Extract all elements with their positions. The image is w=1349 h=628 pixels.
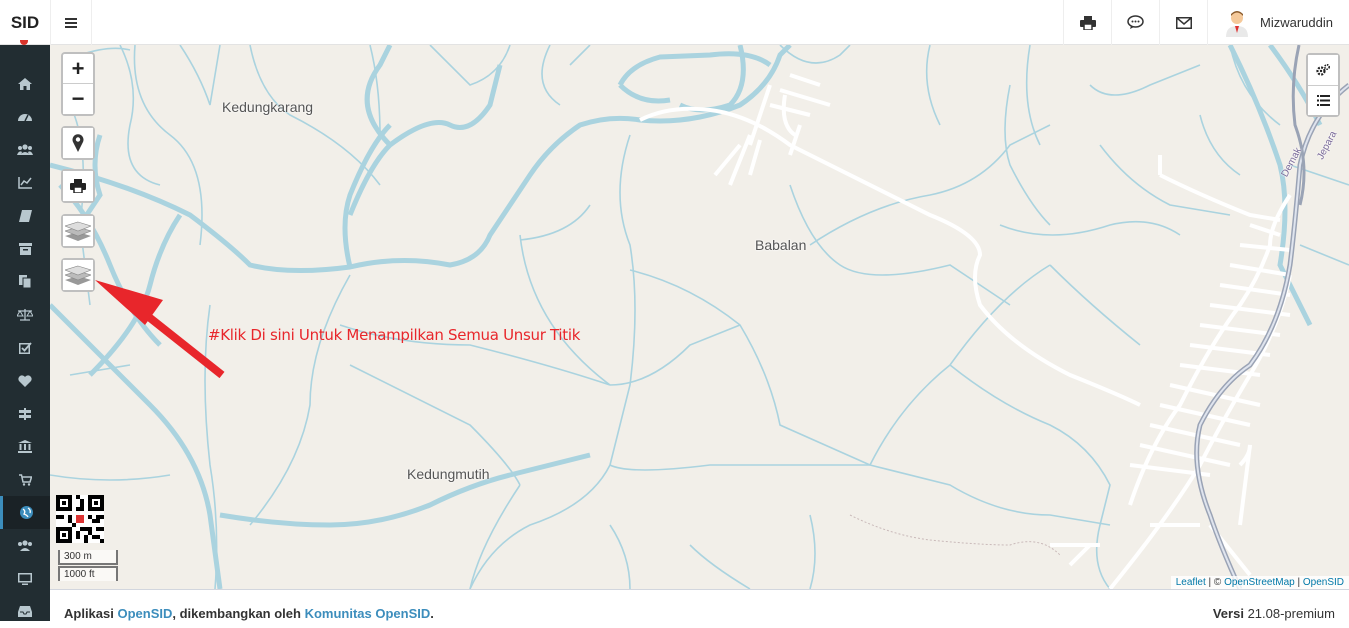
avatar	[1226, 10, 1249, 37]
sidebar-item-checklist[interactable]	[0, 331, 50, 364]
files-icon	[19, 275, 31, 288]
sidebar-item-files[interactable]	[0, 265, 50, 298]
signpost-icon	[19, 407, 31, 420]
map-view[interactable]: Kedungkarang Babalan Kedungmutih Demak J…	[50, 45, 1349, 589]
qr-code[interactable]	[56, 495, 104, 543]
sidebar-item-monitor[interactable]	[0, 562, 50, 595]
print-control	[61, 169, 95, 203]
chat-icon	[1127, 15, 1144, 29]
globe-icon	[20, 506, 33, 519]
sidebar-item-home[interactable]	[0, 67, 50, 100]
inbox-icon	[18, 606, 32, 617]
sidebar-item-inbox[interactable]	[0, 595, 50, 628]
map-scale: 300 m 1000 ft	[58, 550, 118, 581]
brand-text: SID	[10, 12, 40, 32]
sidebar-item-law[interactable]	[0, 298, 50, 331]
users-icon	[17, 144, 33, 155]
sidebar-item-shop[interactable]	[0, 463, 50, 496]
map-legend-button[interactable]	[1308, 85, 1338, 115]
monitor-icon	[18, 572, 32, 585]
version-label: Versi	[1212, 606, 1244, 621]
annotation-arrow	[95, 280, 225, 379]
layers-button[interactable]	[63, 216, 93, 246]
sidebar-item-bank[interactable]	[0, 430, 50, 463]
sidebar-item-map[interactable]	[0, 496, 50, 529]
sidebar-item-archive[interactable]	[0, 232, 50, 265]
sidebar-item-dashboard[interactable]	[0, 100, 50, 133]
opensid-link[interactable]: OpenSID	[1303, 577, 1344, 588]
footer-credit: Aplikasi OpenSID, dikembangkan oleh Komu…	[64, 606, 434, 621]
place-label: Kedungmutih	[407, 466, 490, 482]
print-icon	[1079, 15, 1096, 30]
footer-middle: , dikembangkan oleh	[172, 606, 305, 621]
hamburger-icon	[65, 17, 77, 28]
place-label: Babalan	[755, 237, 807, 253]
print-icon	[70, 179, 86, 193]
dashboard-icon	[18, 114, 32, 122]
cart-icon	[18, 473, 32, 486]
show-all-points-button[interactable]	[63, 260, 93, 290]
settings-control	[1306, 53, 1340, 117]
layers-icon	[65, 221, 91, 241]
openstreetmap-link[interactable]: OpenStreetMap	[1224, 577, 1295, 588]
layers-control	[61, 214, 95, 248]
print-button[interactable]	[1063, 0, 1111, 45]
user-name: Mizwaruddin	[1260, 15, 1333, 30]
list-icon	[1316, 95, 1330, 106]
top-navbar: SID Mizwaruddin	[0, 0, 1349, 45]
chart-icon	[18, 176, 32, 189]
location-control	[61, 126, 95, 160]
scale-imperial: 1000 ft	[58, 566, 118, 581]
version-value: 21.08-premium	[1247, 606, 1335, 621]
sidebar-item-users[interactable]	[0, 133, 50, 166]
envelope-icon	[1175, 16, 1192, 29]
gears-icon	[1316, 64, 1330, 76]
map-settings-button[interactable]	[1308, 55, 1338, 85]
footer-suffix: .	[430, 606, 434, 621]
group-icon	[18, 540, 32, 551]
sidebar-item-groups[interactable]	[0, 529, 50, 562]
annotation-text: #Klik Di sini Untuk Menampilkan Semua Un…	[208, 326, 581, 344]
sidebar-item-statistics[interactable]	[0, 166, 50, 199]
brand-logo[interactable]: SID	[0, 0, 50, 45]
all-points-layers-control	[61, 258, 95, 292]
heart-icon	[18, 374, 32, 387]
sidebar-item-health[interactable]	[0, 364, 50, 397]
balance-icon	[17, 308, 33, 321]
sidebar-toggle-button[interactable]	[50, 0, 92, 45]
map-print-button[interactable]	[63, 171, 93, 201]
bank-icon	[18, 440, 32, 453]
attribution-separator: | ©	[1205, 577, 1225, 588]
layers-icon	[65, 265, 91, 285]
leaflet-link[interactable]: Leaflet	[1176, 577, 1206, 588]
sidebar-item-book[interactable]	[0, 199, 50, 232]
checkbox-icon	[18, 341, 32, 354]
user-menu[interactable]: Mizwaruddin	[1207, 0, 1349, 45]
place-label: Kedungkarang	[222, 99, 314, 115]
home-icon	[18, 77, 32, 90]
sidebar-item-signpost[interactable]	[0, 397, 50, 430]
messages-button[interactable]	[1111, 0, 1159, 45]
attribution-separator: |	[1294, 577, 1303, 588]
zoom-in-button[interactable]: +	[63, 54, 93, 84]
footer-prefix: Aplikasi	[64, 606, 118, 621]
zoom-out-button[interactable]: −	[63, 84, 93, 114]
map-tiles[interactable]	[50, 45, 1349, 589]
zoom-control: + −	[61, 52, 95, 116]
sidebar	[0, 45, 50, 621]
footer-version: Versi 21.08-premium	[1213, 606, 1335, 621]
mail-button[interactable]	[1159, 0, 1207, 45]
scale-metric: 300 m	[58, 550, 118, 565]
map-attribution: Leaflet | © OpenStreetMap | OpenSID	[1170, 576, 1349, 589]
opensid-app-link[interactable]: OpenSID	[117, 606, 172, 621]
book-icon	[18, 209, 32, 222]
community-link[interactable]: Komunitas OpenSID	[305, 606, 431, 621]
locate-button[interactable]	[63, 128, 93, 158]
archive-icon	[18, 242, 32, 255]
map-marker-icon	[72, 134, 84, 152]
footer: Aplikasi OpenSID, dikembangkan oleh Komu…	[50, 589, 1349, 621]
